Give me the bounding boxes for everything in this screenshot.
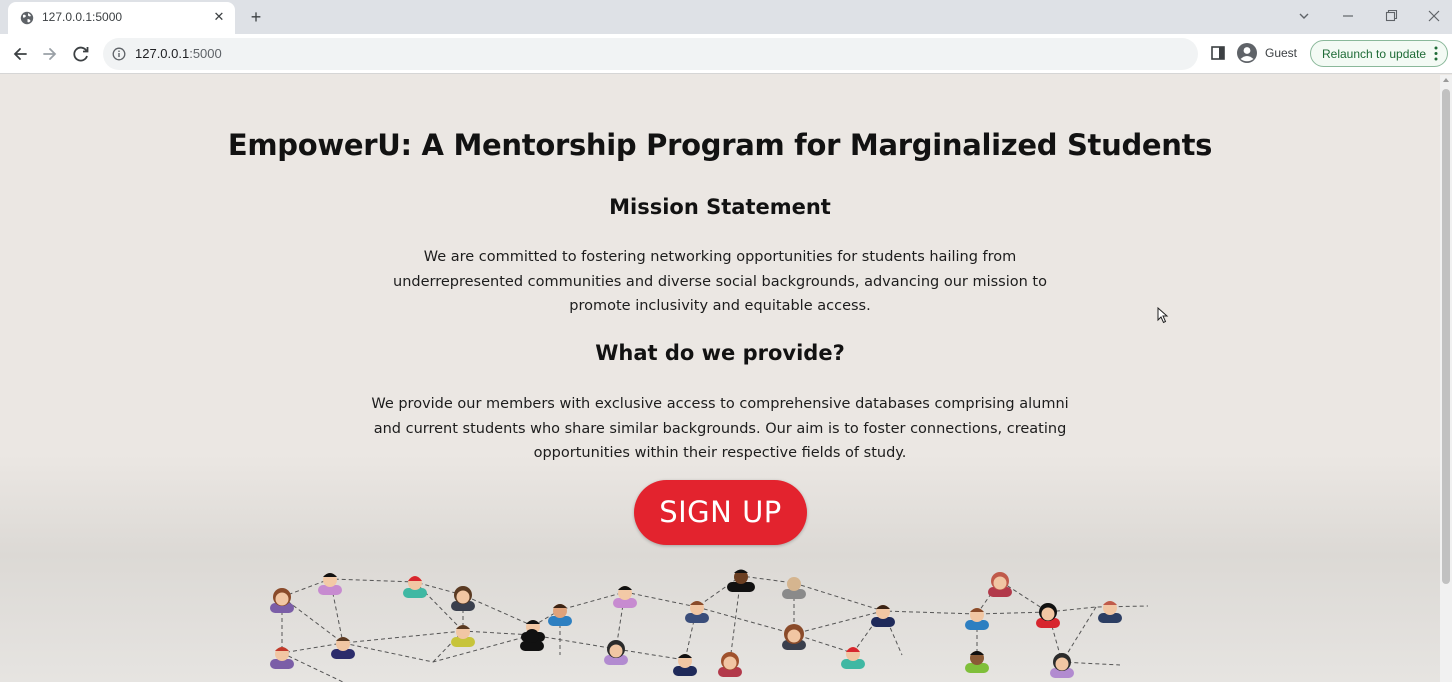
person-icon bbox=[331, 637, 355, 659]
mouse-pointer-icon bbox=[1157, 307, 1169, 324]
person-icon bbox=[718, 652, 742, 677]
forward-arrow-icon[interactable] bbox=[38, 42, 62, 66]
person-icon bbox=[451, 625, 475, 647]
provide-heading: What do we provide? bbox=[595, 341, 845, 365]
vertical-dots-icon[interactable] bbox=[1434, 46, 1438, 61]
person-icon bbox=[988, 572, 1012, 597]
person-icon bbox=[270, 588, 294, 613]
person-icon bbox=[604, 640, 628, 665]
person-icon bbox=[1050, 653, 1074, 678]
close-window-icon[interactable] bbox=[1423, 6, 1445, 26]
sign-up-button[interactable]: SIGN UP bbox=[634, 480, 807, 545]
tab-close-icon[interactable]: ✕ bbox=[211, 10, 227, 26]
url-port: :5000 bbox=[189, 46, 222, 61]
page-title: EmpowerU: A Mentorship Program for Margi… bbox=[227, 128, 1213, 162]
person-icon bbox=[673, 654, 697, 676]
reload-icon[interactable] bbox=[69, 42, 93, 66]
tab-title: 127.0.0.1:5000 bbox=[42, 10, 123, 24]
url-text: 127.0.0.1:5000 bbox=[135, 46, 222, 61]
provide-text: We provide our members with exclusive ac… bbox=[371, 396, 1069, 461]
person-icon bbox=[727, 569, 755, 592]
profile-label: Guest bbox=[1265, 46, 1298, 60]
profile-button[interactable]: Guest bbox=[1236, 39, 1297, 67]
person-icon bbox=[841, 647, 865, 669]
back-arrow-icon[interactable] bbox=[8, 42, 32, 66]
person-icon bbox=[965, 608, 989, 630]
people-network-illustration bbox=[270, 569, 1149, 682]
page-viewport: EmpowerU: A Mentorship Program for Margi… bbox=[0, 75, 1440, 682]
scroll-up-arrow-icon[interactable] bbox=[1443, 78, 1449, 82]
vertical-scrollbar[interactable] bbox=[1440, 75, 1452, 682]
person-icon bbox=[1098, 601, 1122, 623]
restore-icon[interactable] bbox=[1380, 6, 1402, 26]
network-people bbox=[270, 569, 1122, 678]
side-panel-icon[interactable] bbox=[1210, 45, 1226, 61]
browser-toolbar: 127.0.0.1:5000 Guest Relaunch to update bbox=[0, 34, 1452, 74]
relaunch-label: Relaunch to update bbox=[1322, 47, 1427, 61]
profile-avatar-icon bbox=[1237, 43, 1257, 63]
person-icon bbox=[451, 586, 475, 611]
person-icon bbox=[613, 586, 637, 608]
globe-icon bbox=[20, 11, 34, 25]
person-icon bbox=[318, 573, 342, 595]
tab-search-icon[interactable] bbox=[1293, 6, 1315, 26]
sign-up-label: SIGN UP bbox=[659, 495, 782, 529]
minimize-icon[interactable] bbox=[1337, 6, 1359, 26]
scroll-thumb[interactable] bbox=[1442, 89, 1450, 584]
relaunch-button[interactable]: Relaunch to update bbox=[1310, 40, 1448, 67]
person-icon bbox=[270, 647, 294, 669]
url-host: 127.0.0.1 bbox=[135, 46, 190, 61]
person-icon bbox=[685, 601, 709, 623]
info-icon[interactable] bbox=[112, 47, 126, 61]
mission-heading: Mission Statement bbox=[609, 195, 831, 219]
person-icon bbox=[403, 576, 427, 598]
new-tab-button[interactable]: + bbox=[246, 7, 266, 27]
browser-tab[interactable]: 127.0.0.1:5000 ✕ bbox=[8, 2, 235, 34]
mission-text: We are committed to fostering networking… bbox=[393, 249, 1047, 314]
address-bar[interactable]: 127.0.0.1:5000 bbox=[103, 38, 1198, 70]
person-icon bbox=[782, 577, 806, 599]
tab-strip: 127.0.0.1:5000 ✕ + bbox=[0, 0, 1452, 34]
person-icon bbox=[965, 651, 989, 673]
person-icon bbox=[782, 624, 806, 650]
